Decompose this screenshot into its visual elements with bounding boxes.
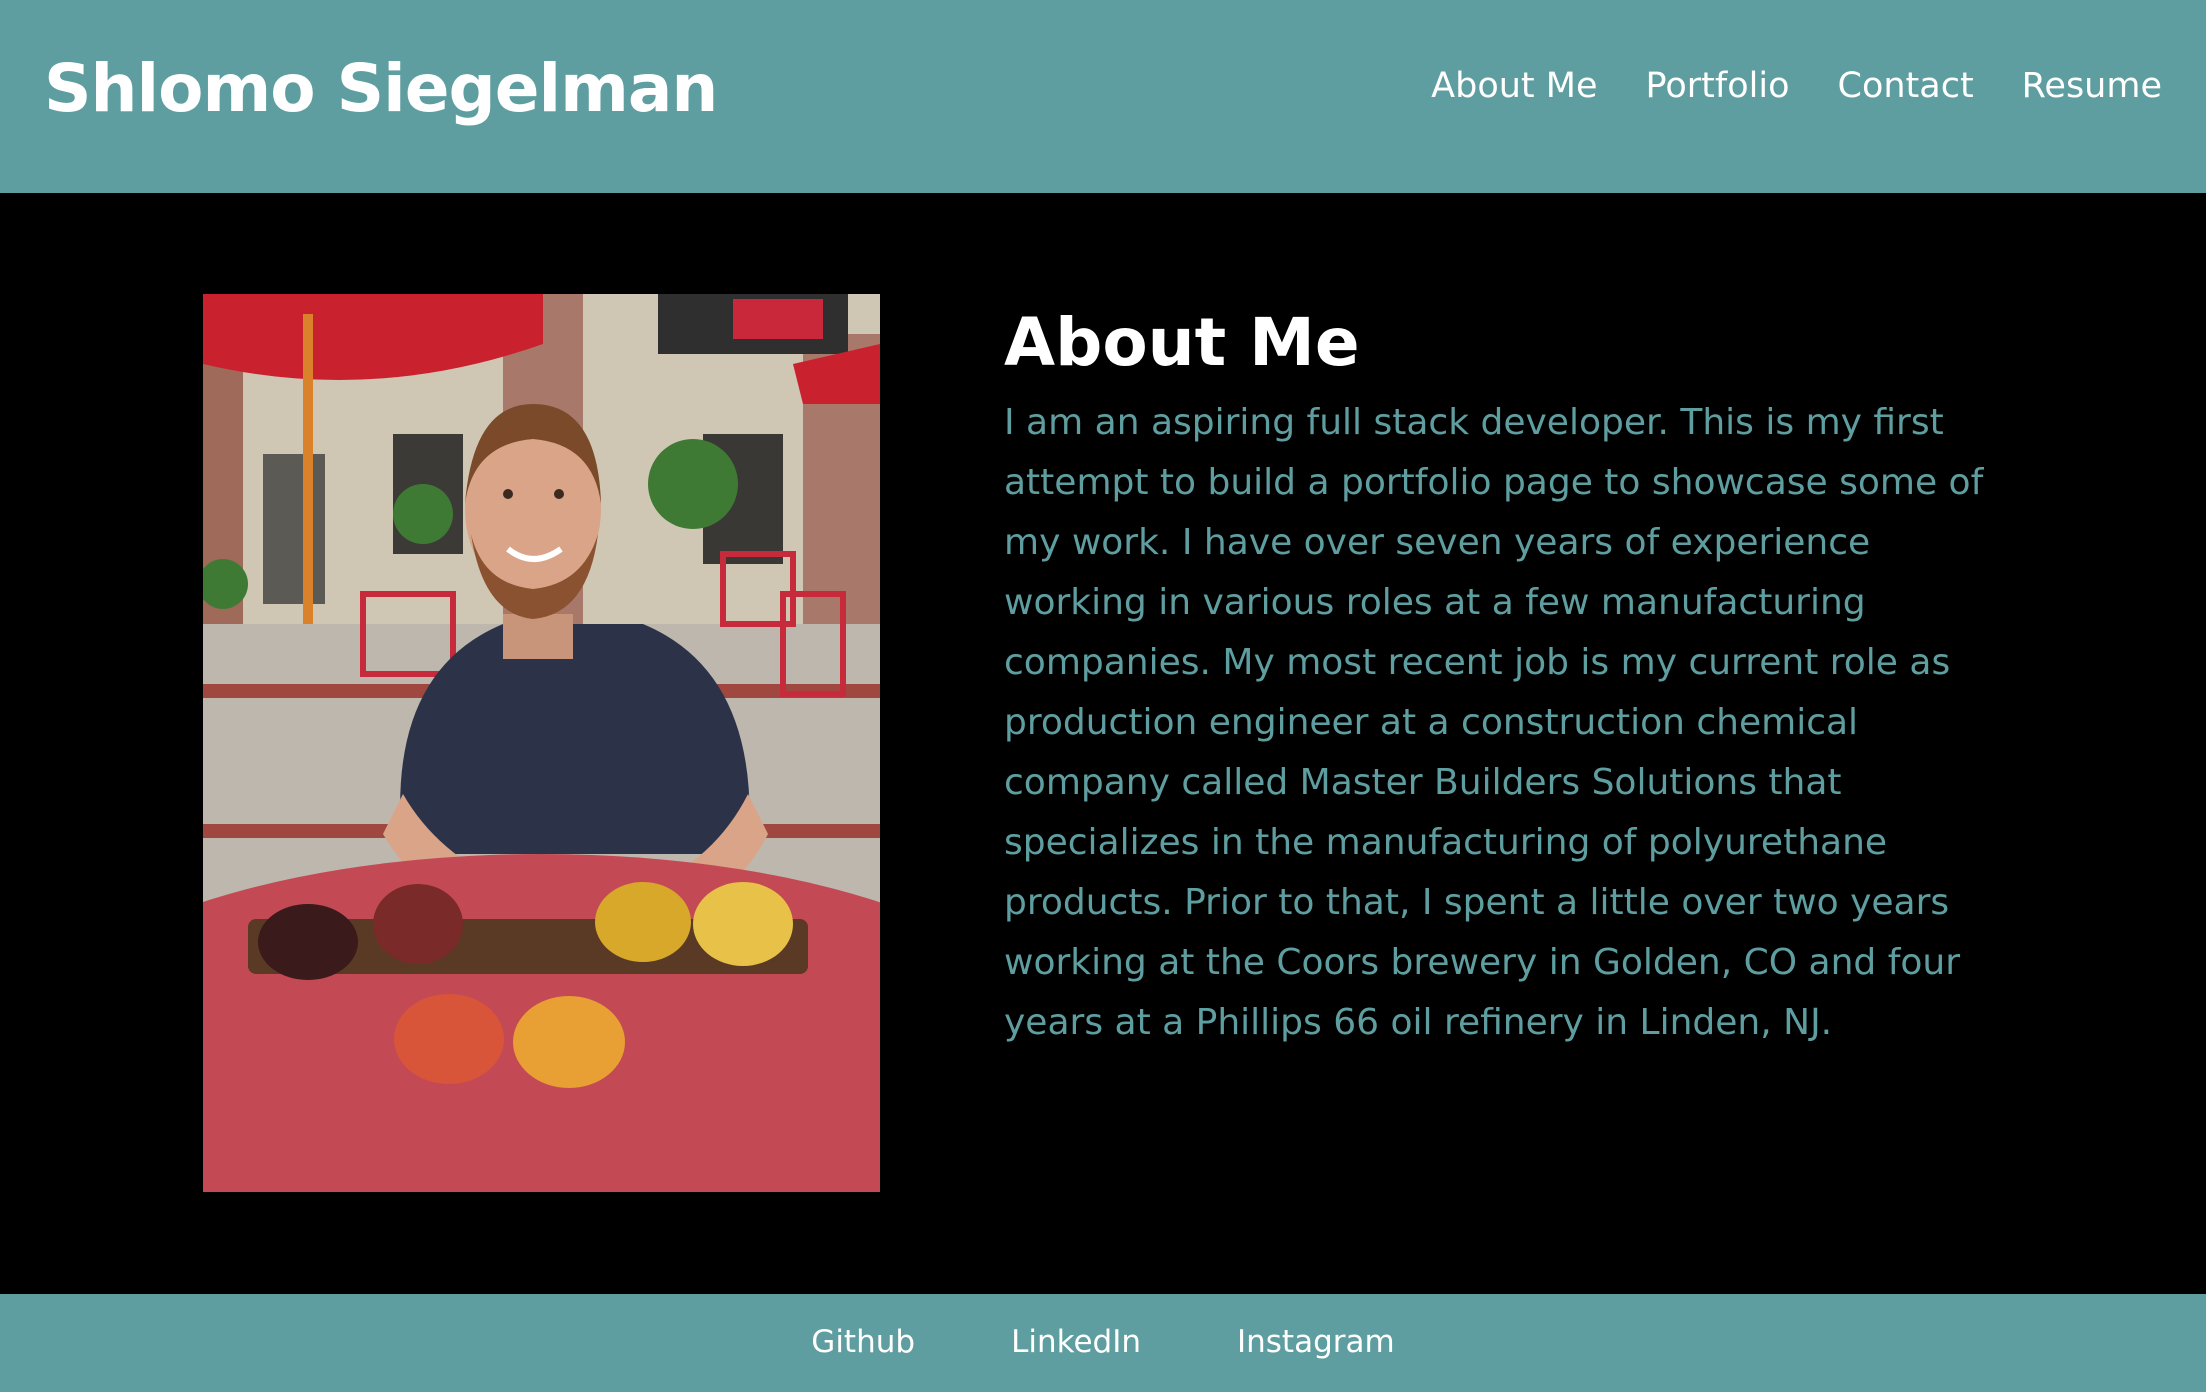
nav-portfolio[interactable]: Portfolio: [1646, 66, 1790, 106]
nav-about-me[interactable]: About Me: [1431, 66, 1597, 106]
footer-links: Github LinkedIn Instagram: [0, 1324, 2206, 1360]
footer-link-linkedin[interactable]: LinkedIn: [1011, 1324, 1141, 1360]
profile-photo-illustration: [203, 294, 880, 1192]
main-content: About Me I am an aspiring full stack dev…: [0, 193, 2206, 1294]
about-paragraph: I am an aspiring full stack developer. T…: [1004, 401, 1984, 1043]
footer-link-instagram[interactable]: Instagram: [1237, 1324, 1395, 1360]
about-section: About Me I am an aspiring full stack dev…: [1004, 305, 2004, 1053]
nav-resume[interactable]: Resume: [2022, 66, 2162, 106]
about-heading: About Me: [1004, 304, 1360, 381]
site-header: Shlomo Siegelman About Me Portfolio Cont…: [0, 0, 2206, 193]
site-footer: Github LinkedIn Instagram: [0, 1294, 2206, 1392]
footer-link-github[interactable]: Github: [811, 1324, 915, 1360]
nav-contact[interactable]: Contact: [1838, 66, 1974, 106]
profile-photo: [203, 294, 880, 1192]
main-nav: About Me Portfolio Contact Resume: [1431, 66, 2162, 106]
site-title: Shlomo Siegelman: [44, 50, 718, 127]
